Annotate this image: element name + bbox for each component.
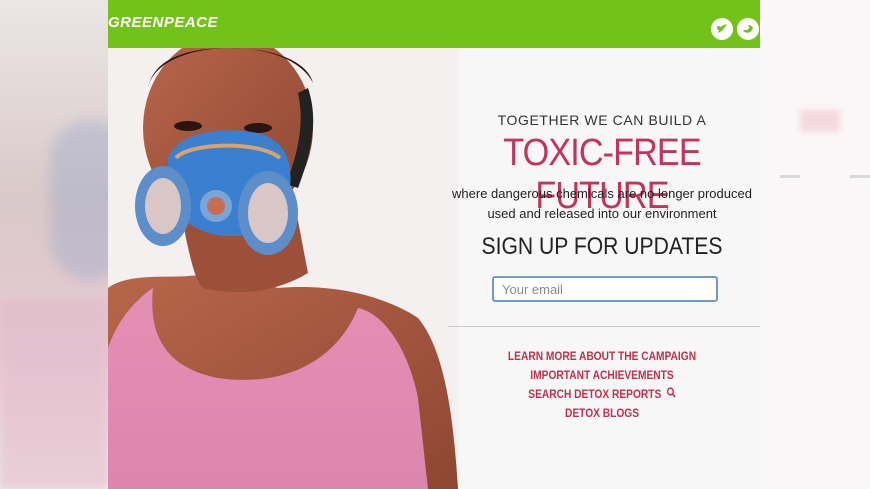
search-icon[interactable] bbox=[666, 385, 676, 404]
greenpeace-detox-page: GREENPEACE TOGETHER WE CAN BUILD A TOXIC… bbox=[108, 0, 760, 489]
campaign-links: LEARN MORE ABOUT THE CAMPAIGN IMPORTANT … bbox=[444, 347, 760, 423]
divider bbox=[448, 326, 760, 327]
description-line: used and released into our environment bbox=[487, 206, 717, 221]
greenpeace-logo[interactable]: GREENPEACE bbox=[108, 14, 218, 31]
learn-more-link[interactable]: LEARN MORE ABOUT THE CAMPAIGN bbox=[468, 347, 737, 366]
signup-heading: SIGN UP FOR UPDATES bbox=[481, 233, 723, 260]
achievements-link[interactable]: IMPORTANT ACHIEVEMENTS bbox=[468, 366, 737, 385]
pre-title: TOGETHER WE CAN BUILD A bbox=[497, 112, 707, 128]
header-bar: GREENPEACE bbox=[108, 0, 760, 48]
description: where dangerous chemicals are no longer … bbox=[438, 184, 760, 224]
woman-wearing-gas-mask-photo bbox=[108, 48, 458, 489]
social-icon-1[interactable] bbox=[711, 18, 733, 40]
blurred-left-margin bbox=[0, 0, 130, 489]
detox-blogs-link[interactable]: DETOX BLOGS bbox=[468, 404, 737, 423]
social-icon-2[interactable] bbox=[737, 18, 759, 40]
blurred-line bbox=[850, 175, 870, 178]
search-reports-label: SEARCH DETOX REPORTS bbox=[528, 387, 662, 401]
search-reports-link[interactable]: SEARCH DETOX REPORTS bbox=[468, 385, 737, 404]
signup-panel: TOGETHER WE CAN BUILD A TOXIC-FREE FUTUR… bbox=[444, 48, 760, 489]
blurred-figure-body bbox=[0, 300, 108, 489]
blurred-right-margin bbox=[760, 0, 870, 489]
blurred-text bbox=[800, 110, 840, 132]
blurred-line bbox=[780, 175, 800, 178]
email-input[interactable] bbox=[492, 276, 718, 302]
description-line: where dangerous chemicals are no longer … bbox=[452, 186, 752, 201]
